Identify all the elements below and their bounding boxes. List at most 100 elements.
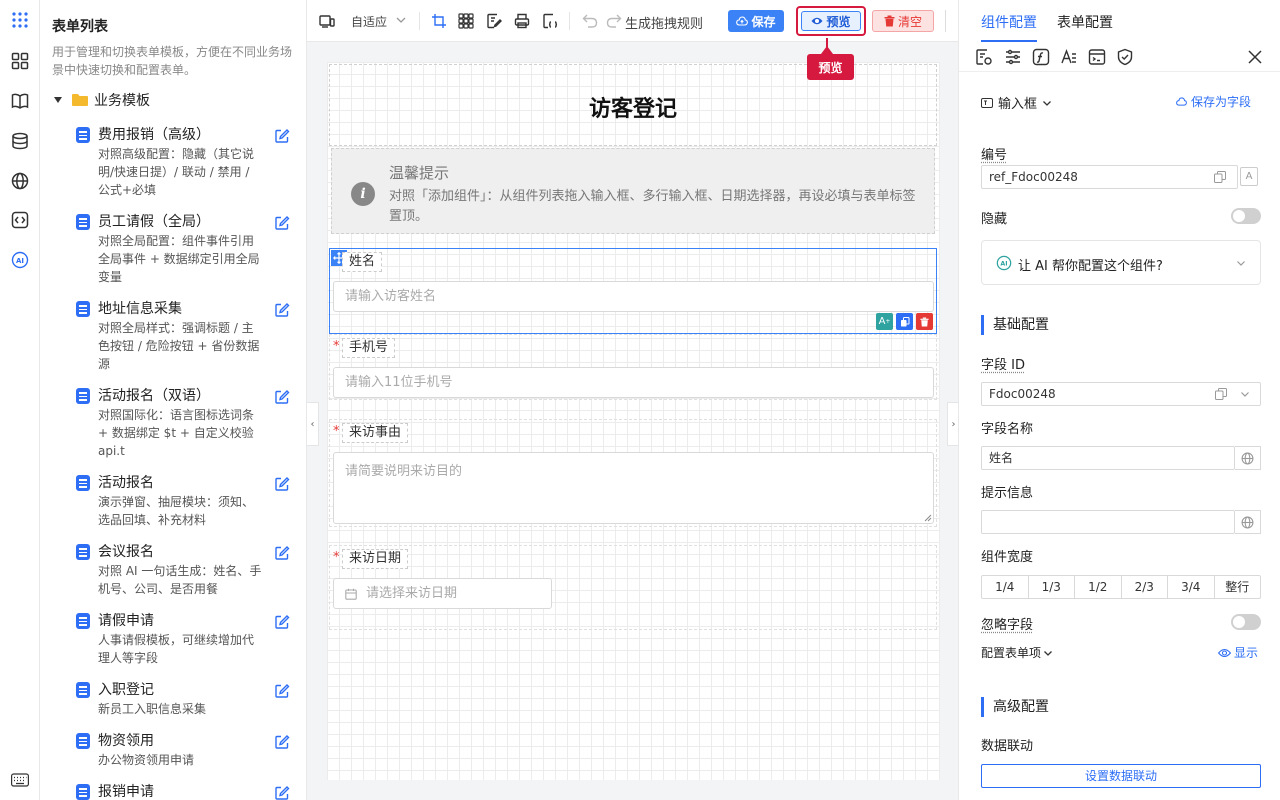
globe-icon[interactable] <box>10 171 30 191</box>
preview-button[interactable]: 预览 <box>801 11 861 31</box>
zoom-select[interactable]: 自适应 <box>351 13 387 30</box>
collapse-left-button[interactable]: ‹ <box>307 402 319 446</box>
resize-handle-icon[interactable] <box>924 514 932 522</box>
component-type-select[interactable]: 输入框 <box>981 93 1052 112</box>
ai-config-box[interactable]: AI 让 AI 帮你配置这个组件? <box>981 240 1261 285</box>
width-option[interactable]: 1/4 <box>982 576 1029 598</box>
toolbar-overflow[interactable] <box>945 10 951 32</box>
redo-icon[interactable] <box>606 13 622 29</box>
field-phone[interactable]: * 手机号 请输入11位手机号 <box>329 334 937 400</box>
template-item[interactable]: 活动报名 演示弹窗、抽屉模块：须知、选品回填、补充材料 <box>76 474 296 529</box>
width-option[interactable]: 2/3 <box>1122 576 1169 598</box>
ignore-field-toggle[interactable] <box>1231 614 1261 630</box>
template-desc: 对照全局配置：组件事件引用全局事件 + 数据绑定引用全局变量 <box>98 232 264 286</box>
hidden-toggle[interactable] <box>1231 208 1261 224</box>
event-icon[interactable] <box>1088 48 1106 66</box>
save-button[interactable]: 保存 <box>728 10 784 32</box>
edit-form-icon[interactable] <box>486 13 502 29</box>
field-name[interactable]: 姓名 请输入访客姓名 A + <box>329 248 937 334</box>
template-item[interactable]: 会议报名 对照 AI 一句话生成：姓名、手机号、公司、是否用餐 <box>76 543 296 598</box>
edit-icon[interactable] <box>274 215 290 231</box>
edit-icon[interactable] <box>274 734 290 750</box>
template-item[interactable]: 地址信息采集 对照全局样式：强调标题 / 主色按钮 / 危险按钮 + 省份数据源 <box>76 300 296 373</box>
folder-label: 业务模板 <box>94 90 150 110</box>
reason-textarea[interactable]: 请简要说明来访目的 <box>333 452 934 524</box>
toolbar: 自适应 生成拖拽规则 保存 预览 清空 <box>307 0 958 42</box>
edit-icon[interactable] <box>274 614 290 630</box>
keyboard-icon[interactable] <box>10 770 30 790</box>
print-icon[interactable] <box>514 13 530 29</box>
save-as-field-link[interactable]: 保存为字段 <box>1175 93 1251 110</box>
edit-icon[interactable] <box>274 545 290 561</box>
apps-grid-icon[interactable] <box>10 10 30 30</box>
template-item[interactable]: 报销申请 <box>76 783 296 800</box>
copy-icon[interactable] <box>1215 388 1227 400</box>
components-icon[interactable] <box>10 51 30 71</box>
caret-down-icon <box>54 97 62 103</box>
field-date[interactable]: * 来访日期 请选择来访日期 <box>329 545 937 630</box>
sliders-icon[interactable] <box>1004 48 1022 66</box>
phone-input[interactable]: 请输入11位手机号 <box>333 367 934 398</box>
edit-icon[interactable] <box>274 128 290 144</box>
code-icon[interactable] <box>10 210 30 230</box>
width-option[interactable]: 1/3 <box>1029 576 1076 598</box>
edit-icon[interactable] <box>274 389 290 405</box>
hint-input[interactable] <box>981 510 1235 534</box>
delete-icon[interactable] <box>916 313 933 330</box>
template-item[interactable]: 活动报名（双语） 对照国际化：语言图标选词条 + 数据绑定 $t + 自定义校验… <box>76 387 296 460</box>
width-option[interactable]: 整行 <box>1215 576 1261 598</box>
book-icon[interactable] <box>10 91 30 111</box>
ai-icon[interactable]: AI <box>10 250 30 270</box>
clear-button[interactable]: 清空 <box>872 10 934 32</box>
template-item[interactable]: 请假申请 人事请假模板，可继续增加代理人等字段 <box>76 612 296 667</box>
edit-icon[interactable] <box>274 683 290 699</box>
edit-icon[interactable] <box>274 476 290 492</box>
shield-icon[interactable] <box>1116 48 1134 66</box>
edit-icon[interactable] <box>274 785 290 800</box>
chevron-down-icon[interactable] <box>1240 389 1250 399</box>
tip-block[interactable]: i 温馨提示 对照「添加组件」：从组件列表拖入输入框、多行输入框、日期选择器，再… <box>331 148 935 234</box>
template-item[interactable]: 物资领用 办公物资领用申请 <box>76 732 296 769</box>
font-a-icon[interactable]: A <box>1240 167 1258 186</box>
template-item[interactable]: 费用报销（高级） 对照高级配置：隐藏（其它说明/快速日提）/ 联动 / 禁用 /… <box>76 126 296 199</box>
database-icon[interactable] <box>10 131 30 151</box>
device-icon[interactable] <box>319 13 335 29</box>
name-input[interactable]: 请输入访客姓名 <box>333 281 934 312</box>
props-icon[interactable] <box>975 48 993 66</box>
edit-icon[interactable] <box>274 302 290 318</box>
grid-layout-icon[interactable] <box>458 13 474 29</box>
save-as-field-label: 保存为字段 <box>1191 93 1251 110</box>
config-icon-bar <box>959 42 1280 72</box>
show-link[interactable]: 显示 <box>1218 644 1258 661</box>
generate-rules-button[interactable]: 生成拖拽规则 <box>625 13 703 32</box>
set-linkage-button[interactable]: 设置数据联动 <box>981 764 1261 788</box>
crop-frame-icon[interactable] <box>431 13 447 29</box>
ai-assist-icon[interactable]: A + <box>876 313 893 330</box>
close-icon[interactable] <box>1247 49 1263 65</box>
i18n-globe-button[interactable] <box>1235 446 1261 470</box>
template-name: 请假申请 <box>98 612 296 630</box>
folder-business-templates[interactable]: 业务模板 <box>54 90 150 110</box>
template-item[interactable]: 员工请假（全局） 对照全局配置：组件事件引用全局事件 + 数据绑定引用全局变量 <box>76 213 296 286</box>
template-item[interactable]: 入职登记 新员工入职信息采集 <box>76 681 296 718</box>
tab-component-config[interactable]: 组件配置 <box>981 12 1037 32</box>
width-option[interactable]: 3/4 <box>1168 576 1215 598</box>
globe-icon <box>1241 452 1254 465</box>
json-icon[interactable] <box>542 13 558 29</box>
ref-input[interactable]: ref_Fdoc00248 <box>981 165 1238 189</box>
copy-icon[interactable] <box>896 313 913 330</box>
template-desc: 对照全局样式：强调标题 / 主色按钮 / 危险按钮 + 省份数据源 <box>98 319 264 373</box>
field-reason[interactable]: * 来访事由 请简要说明来访目的 <box>329 419 937 527</box>
undo-icon[interactable] <box>582 13 598 29</box>
show-label: 显示 <box>1234 644 1258 661</box>
function-icon[interactable] <box>1032 48 1050 66</box>
form-item-config-toggle[interactable]: 配置表单项 <box>981 644 1053 661</box>
text-style-icon[interactable] <box>1060 48 1078 66</box>
width-option[interactable]: 1/2 <box>1075 576 1122 598</box>
copy-icon[interactable] <box>1214 171 1226 183</box>
tab-form-config[interactable]: 表单配置 <box>1057 12 1113 32</box>
date-picker[interactable]: 请选择来访日期 <box>333 578 552 609</box>
i18n-globe-button[interactable] <box>1235 510 1261 534</box>
field-name-input[interactable]: 姓名 <box>981 446 1235 470</box>
advanced-config-title: 高级配置 <box>981 697 1049 717</box>
